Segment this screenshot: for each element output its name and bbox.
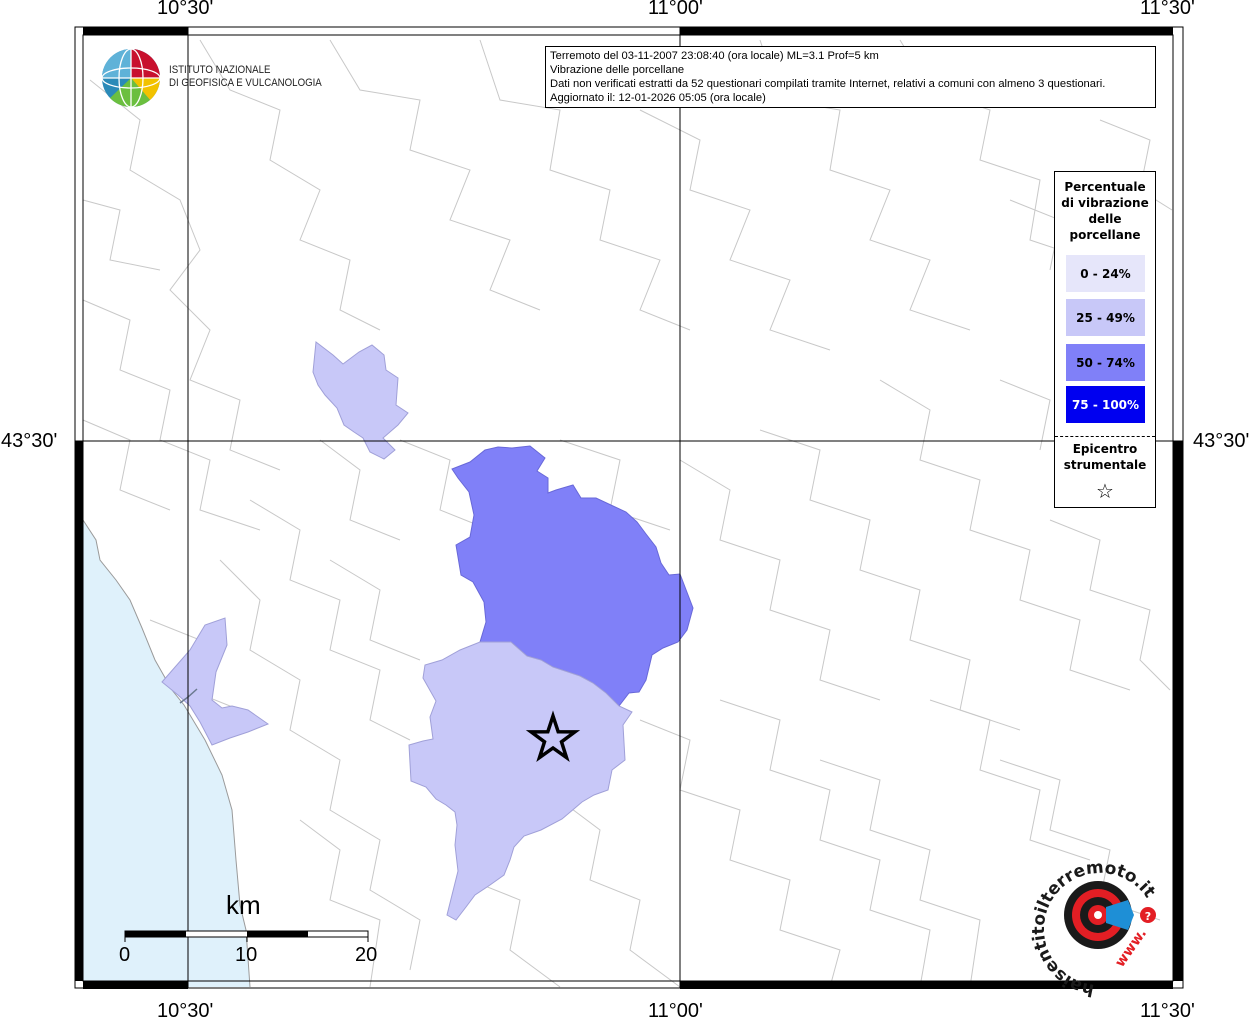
lon-label-top-11-30: 11°30' [1140, 0, 1195, 19]
lon-label-top-11-00: 11°00' [648, 0, 703, 19]
scale-tick-0: 0 [119, 944, 131, 966]
lon-label-top-10-30: 10°30' [157, 0, 214, 19]
svg-text:?: ? [1145, 910, 1151, 923]
legend-item-50-74: 50 - 74% [1066, 344, 1145, 381]
map-legend: Percentuale di vibrazione delle porcella… [1054, 171, 1156, 508]
legend-item-75-100: 75 - 100% [1066, 386, 1145, 423]
haisentito-stamp-logo: ? haisentitoilterremoto.it www. [1029, 858, 1159, 1000]
legend-item-0-24: 0 - 24% [1066, 255, 1145, 292]
event-info-line-2: Vibrazione delle porcellane [550, 64, 685, 76]
legend-epicenter-line: strumentale [1063, 458, 1147, 472]
graticule [75, 27, 1183, 988]
ingv-name-line-1: ISTITUTO NAZIONALE [169, 64, 271, 76]
legend-epicenter-label: Epicentro strumentale [1055, 441, 1155, 473]
lon-label-bottom-11-30: 11°30' [1140, 1000, 1195, 1022]
ingv-name-line-2: DI GEOFISICA E VULCANOLOGIA [169, 77, 322, 89]
lat-label-left: 43°30' [1, 430, 58, 452]
legend-title-line: di vibrazione [1061, 196, 1149, 210]
lon-label-bottom-11-00: 11°00' [648, 1000, 703, 1022]
legend-title-line: porcellane [1069, 228, 1141, 242]
map-frame [74, 26, 1184, 989]
scale-tick-20: 20 [355, 944, 378, 966]
legend-separator [1055, 436, 1155, 437]
event-info-line-1: Terremoto del 03-11-2007 23:08:40 (ora l… [550, 50, 879, 62]
legend-item-25-49: 25 - 49% [1066, 299, 1145, 336]
lat-label-right: 43°30' [1193, 430, 1250, 452]
scale-tick-10: 10 [235, 944, 258, 966]
lon-label-bottom-10-30: 10°30' [157, 1000, 214, 1022]
map-canvas: ? haisentitoilterremoto.it www. [74, 26, 1184, 1000]
ingv-institution-name: ISTITUTO NAZIONALE DI GEOFISICA E VULCAN… [169, 64, 322, 90]
ingv-globe-logo [101, 48, 161, 108]
legend-title: Percentuale di vibrazione delle porcella… [1055, 179, 1155, 243]
legend-epicenter-star-icon: ☆ [1096, 479, 1114, 503]
sea-area [83, 520, 250, 987]
event-info-box: Terremoto del 03-11-2007 23:08:40 (ora l… [545, 46, 1156, 108]
scale-unit-label: km [226, 890, 261, 920]
legend-title-line: Percentuale [1064, 180, 1146, 194]
legend-epicenter-line: Epicentro [1072, 442, 1138, 456]
legend-title-line: delle [1088, 212, 1122, 226]
event-info-line-3: Dati non verificati estratti da 52 quest… [550, 78, 1106, 90]
event-info-line-4: Aggiornato il: 12-01-2026 05:05 (ora loc… [550, 92, 766, 104]
